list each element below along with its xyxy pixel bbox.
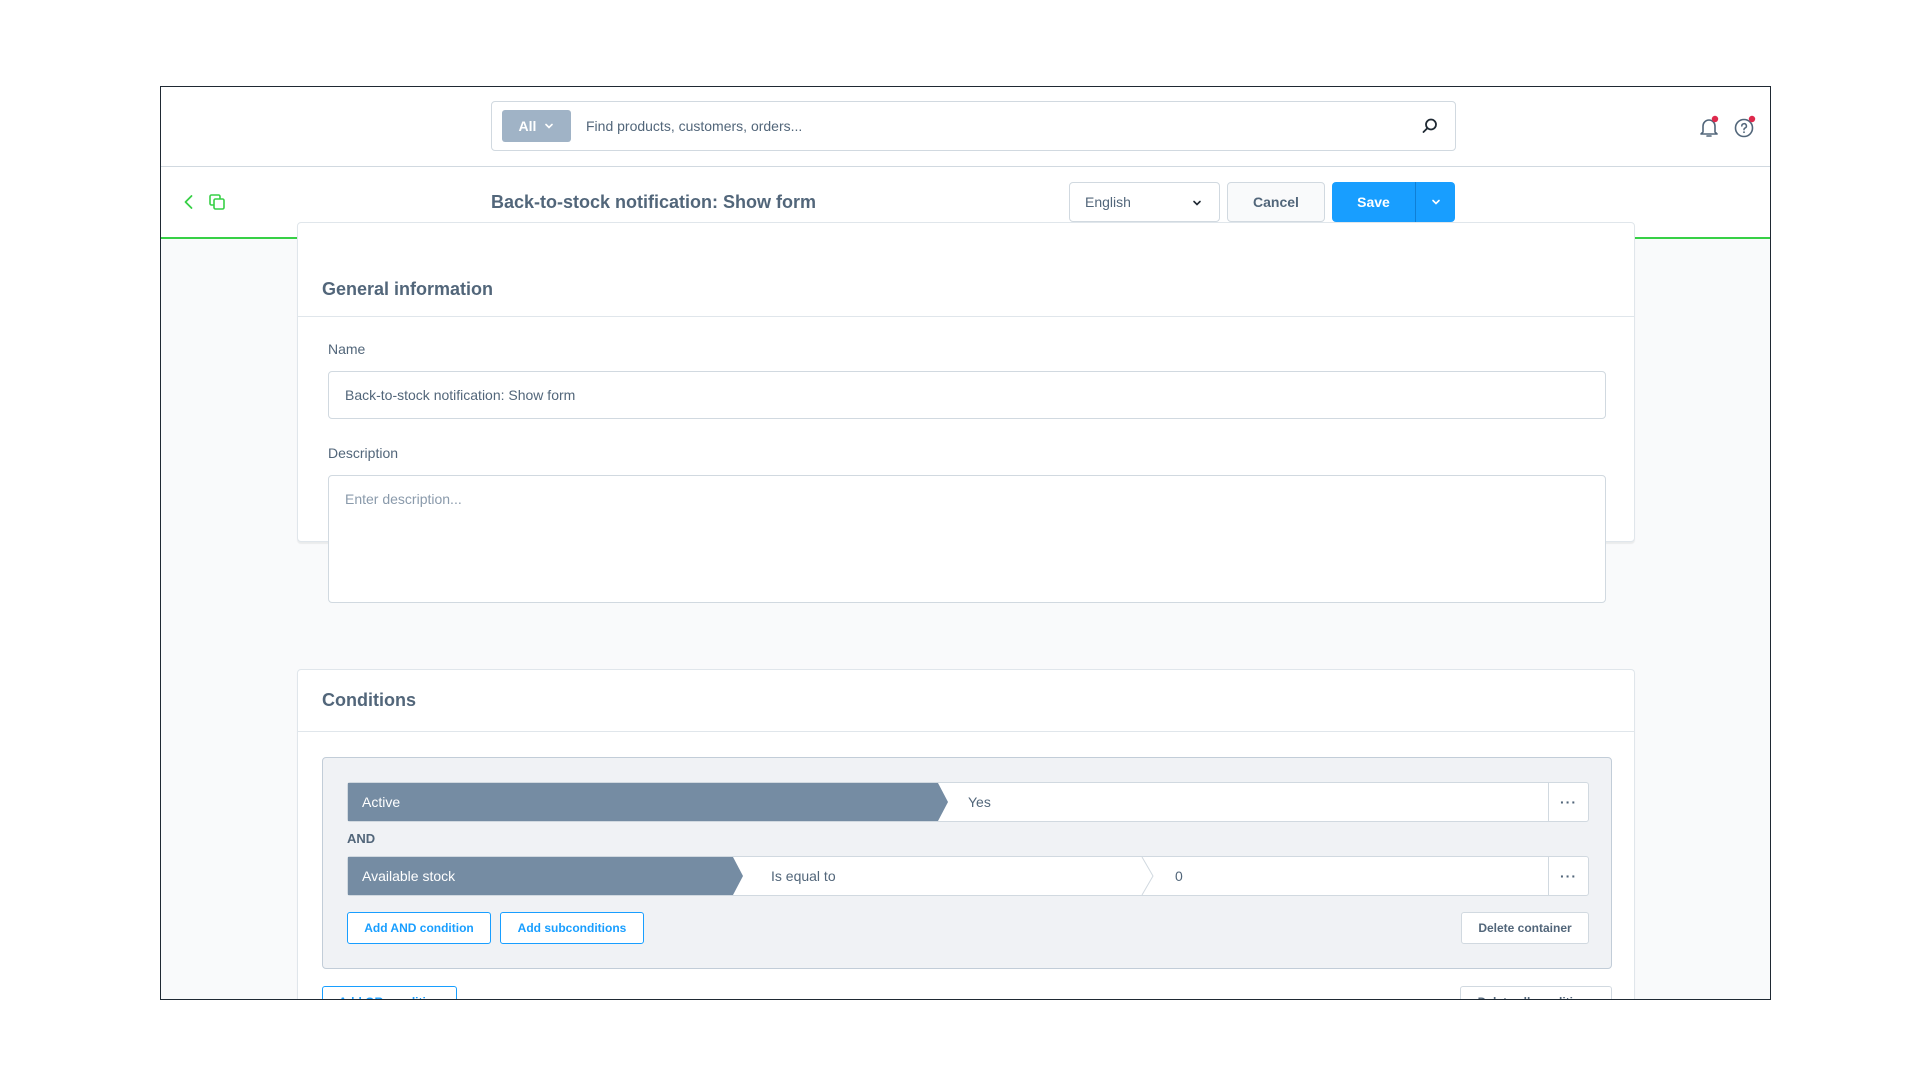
language-value: English — [1085, 194, 1131, 210]
search-type-select[interactable]: All — [502, 110, 571, 142]
help-icon[interactable] — [1733, 115, 1757, 139]
chevron-down-icon — [1193, 200, 1201, 206]
and-connector: AND — [347, 831, 376, 846]
condition-field-select[interactable]: Active — [348, 783, 948, 821]
delete-all-conditions-button[interactable]: Delete all conditions — [1460, 986, 1612, 999]
condition-row: Available stock Is equal to 0 ··· — [347, 856, 1589, 896]
global-search: All — [491, 101, 1456, 151]
cancel-button[interactable]: Cancel — [1227, 182, 1325, 222]
name-input[interactable] — [328, 371, 1606, 419]
delete-container-button[interactable]: Delete container — [1461, 912, 1589, 944]
top-bar: All — [161, 87, 1770, 167]
condition-row: Active Yes ··· — [347, 782, 1589, 822]
condition-menu-button[interactable]: ··· — [1548, 857, 1588, 895]
page-title: Back-to-stock notification: Show form — [491, 192, 817, 212]
condition-field-select[interactable]: Available stock — [348, 857, 743, 895]
general-information-card: General information Name Description — [297, 222, 1635, 603]
segment-separator-icon — [1141, 857, 1154, 895]
back-arrow-icon[interactable] — [179, 192, 199, 212]
card-title: Conditions — [298, 670, 1634, 732]
description-textarea[interactable] — [328, 475, 1606, 603]
chevron-down-icon — [545, 123, 554, 129]
condition-value-input[interactable]: 0 — [1175, 857, 1535, 895]
condition-operator-select[interactable]: Is equal to — [771, 857, 1131, 895]
conditions-card: Conditions Active Yes ··· AND Available … — [297, 669, 1635, 999]
language-select[interactable]: English — [1069, 182, 1220, 222]
notification-bell-icon[interactable] — [1697, 115, 1721, 139]
name-label: Name — [328, 341, 366, 357]
save-options-button[interactable] — [1415, 182, 1455, 222]
add-subconditions-button[interactable]: Add subconditions — [500, 912, 644, 944]
add-and-condition-button[interactable]: Add AND condition — [347, 912, 491, 944]
search-icon[interactable] — [1421, 117, 1439, 135]
save-button[interactable]: Save — [1332, 182, 1415, 222]
app-window: All Back-to-stock notification: Show for… — [160, 86, 1771, 1000]
condition-menu-button[interactable]: ··· — [1548, 783, 1588, 821]
add-or-condition-button[interactable]: Add OR condition — [322, 986, 457, 999]
card-title: General information — [298, 223, 1634, 317]
description-label: Description — [328, 445, 399, 461]
search-input[interactable] — [586, 110, 1406, 142]
search-type-label: All — [518, 118, 537, 134]
condition-value-select[interactable]: Yes — [968, 783, 1538, 821]
chevron-down-icon — [1431, 199, 1440, 205]
duplicate-icon[interactable] — [207, 192, 227, 212]
condition-container: Active Yes ··· AND Available stock Is eq… — [322, 757, 1612, 969]
